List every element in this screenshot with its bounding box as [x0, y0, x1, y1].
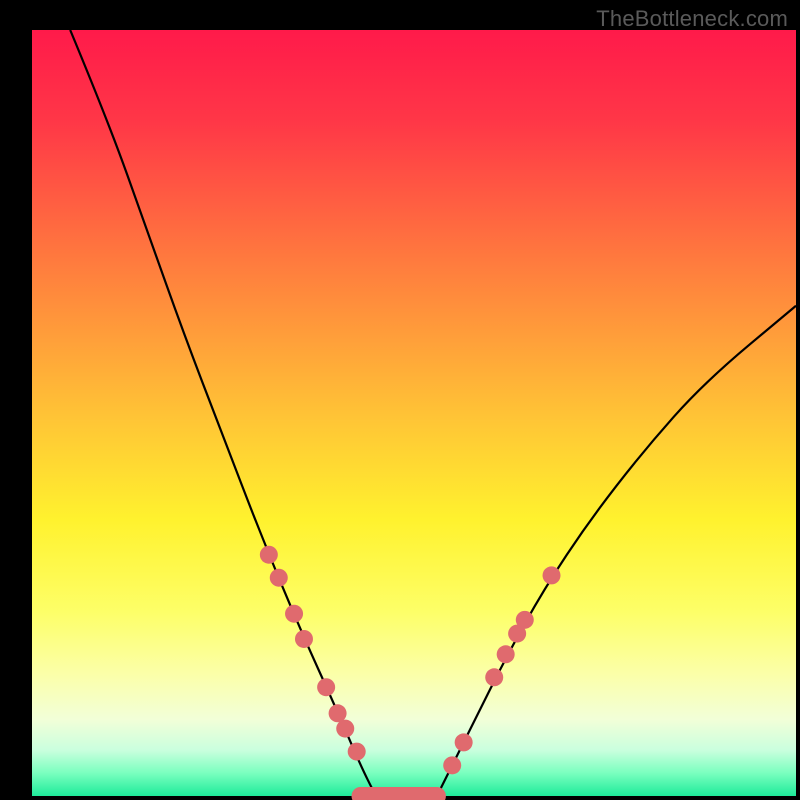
data-marker	[329, 704, 347, 722]
data-marker	[348, 743, 366, 761]
watermark-text: TheBottleneck.com	[596, 6, 788, 32]
data-marker	[317, 678, 335, 696]
data-marker	[285, 605, 303, 623]
data-marker	[485, 668, 503, 686]
data-marker	[270, 569, 288, 587]
data-marker	[543, 566, 561, 584]
chart-svg	[0, 0, 800, 800]
data-marker	[336, 720, 354, 738]
chart-background	[32, 30, 796, 796]
data-marker	[455, 733, 473, 751]
chart-container: TheBottleneck.com	[0, 0, 800, 800]
data-marker	[497, 645, 515, 663]
data-marker	[295, 630, 313, 648]
data-marker	[443, 756, 461, 774]
data-marker	[260, 546, 278, 564]
data-marker	[516, 611, 534, 629]
